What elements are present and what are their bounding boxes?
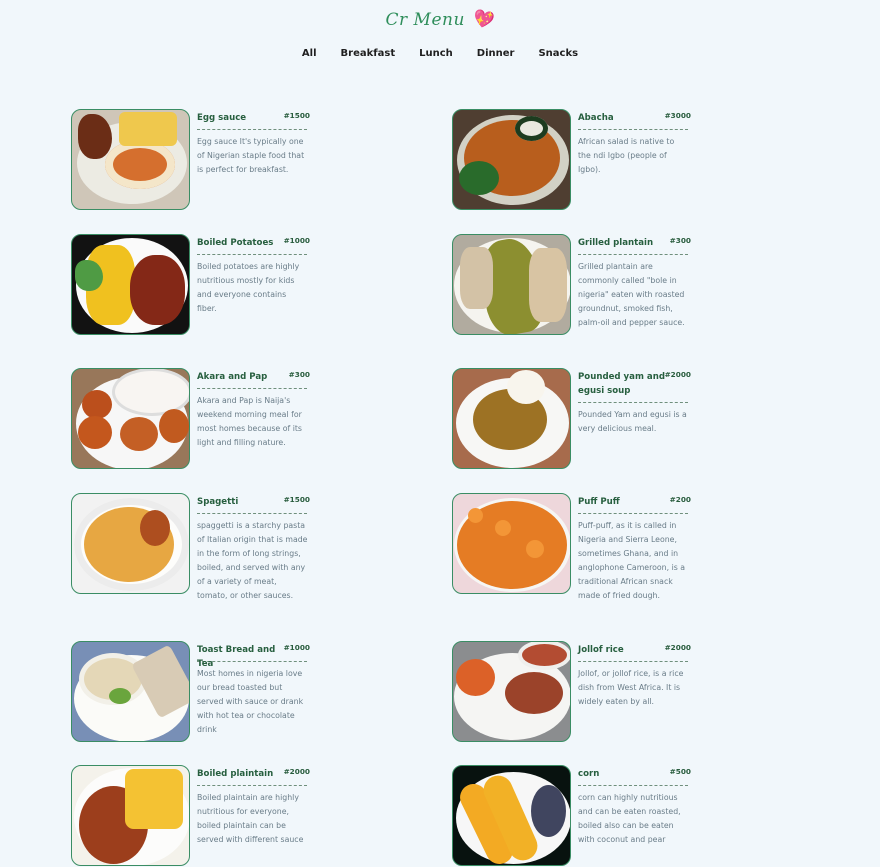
tab-dinner[interactable]: Dinner — [474, 48, 518, 59]
menu-item-info: Boiled Potatoes #1000 Boiled potatoes ar… — [197, 234, 310, 316]
menu-item-title: Boiled plaintain — [197, 769, 274, 779]
menu-item-pounded-yam-and-egusi-soup[interactable]: Pounded yam and egusi soup #2000 Pounded… — [452, 368, 692, 478]
menu-item-toast-bread-and-tea[interactable]: Toast Bread and Tea #1000 Most homes in … — [71, 641, 311, 751]
brand-title: Cr Menu — [385, 10, 465, 30]
menu-item-info: Egg sauce #1500 Egg sauce It's typically… — [197, 109, 310, 177]
menu-item-price: #3000 — [664, 111, 691, 120]
food-photo — [71, 368, 190, 469]
menu-item-price: #2000 — [283, 767, 310, 776]
menu-item-jollof-rice[interactable]: Jollof rice #2000 Jollof, or jollof rice… — [452, 641, 692, 751]
menu-item-info: Boiled plaintain #2000 Boiled plaintain … — [197, 765, 310, 847]
menu-item-title: Boiled Potatoes — [197, 238, 274, 248]
tab-breakfast[interactable]: Breakfast — [338, 48, 399, 59]
menu-item-description: Puff-puff, as it is called in Nigeria an… — [578, 521, 686, 600]
menu-item-info: Jollof rice #2000 Jollof, or jollof rice… — [578, 641, 691, 709]
menu-item-spagetti[interactable]: Spagetti #1500 spaggetti is a starchy pa… — [71, 493, 311, 603]
menu-item-divider — [197, 785, 307, 786]
food-photo — [452, 109, 571, 210]
menu-item-title: Toast Bread and Tea — [197, 645, 276, 669]
menu-item-price: #300 — [669, 236, 691, 245]
menu-item-description: Most homes in nigeria love our bread toa… — [197, 669, 304, 734]
menu-item-info: Abacha #3000 African salad is native to … — [578, 109, 691, 177]
food-photo — [71, 493, 190, 594]
food-photo — [71, 641, 190, 742]
menu-item-price: #1000 — [283, 236, 310, 245]
menu-item-title: Egg sauce — [197, 113, 247, 123]
tab-snacks[interactable]: Snacks — [535, 48, 581, 59]
menu-item-price: #2000 — [664, 643, 691, 652]
menu-item-divider — [197, 254, 307, 255]
food-photo — [452, 641, 571, 742]
menu-item-title: Spagetti — [197, 497, 239, 507]
menu-item-abacha[interactable]: Abacha #3000 African salad is native to … — [452, 109, 692, 219]
menu-item-boiled-plaintain[interactable]: Boiled plaintain #2000 Boiled plaintain … — [71, 765, 311, 867]
menu-item-divider — [578, 129, 688, 130]
menu-item-info: Toast Bread and Tea #1000 Most homes in … — [197, 641, 310, 737]
menu-item-title: corn — [578, 769, 600, 779]
tab-all[interactable]: All — [299, 48, 320, 59]
menu-item-title: Jollof rice — [578, 645, 624, 655]
menu-item-title: Abacha — [578, 113, 614, 123]
menu-item-title: Puff Puff — [578, 497, 620, 507]
menu-item-divider — [197, 129, 307, 130]
menu-item-price: #200 — [669, 495, 691, 504]
menu-item-title: Akara and Pap — [197, 372, 268, 382]
menu-item-description: corn can highly nutritious and can be ea… — [578, 793, 681, 844]
menu-item-price: #500 — [669, 767, 691, 776]
menu-item-title: Grilled plantain — [578, 238, 654, 248]
food-photo — [452, 765, 571, 866]
menu-item-info: Akara and Pap #300 Akara and Pap is Naij… — [197, 368, 310, 450]
food-photo — [71, 765, 190, 866]
menu-item-puff-puff[interactable]: Puff Puff #200 Puff-puff, as it is calle… — [452, 493, 692, 603]
heart-icon: 💖 — [470, 7, 497, 33]
menu-item-corn[interactable]: corn #500 corn can highly nutritious and… — [452, 765, 692, 867]
food-photo — [71, 109, 190, 210]
menu-item-description: Jollof, or jollof rice, is a rice dish f… — [578, 669, 684, 706]
menu-item-info: Pounded yam and egusi soup #2000 Pounded… — [578, 368, 691, 436]
menu-item-description: African salad is native to the ndi Igbo … — [578, 137, 675, 174]
menu-item-description: Boiled potatoes are highly nutritious mo… — [197, 262, 300, 313]
menu-item-divider — [578, 254, 688, 255]
menu-item-price: #2000 — [664, 370, 691, 379]
menu-item-title: Pounded yam and egusi soup — [578, 372, 665, 396]
menu-item-price: #1500 — [283, 495, 310, 504]
food-photo — [452, 368, 571, 469]
menu-item-price: #1000 — [283, 643, 310, 652]
menu-item-price: #300 — [288, 370, 310, 379]
menu-page: Cr Menu 💖 All Breakfast Lunch Dinner Sna… — [0, 0, 880, 867]
food-photo — [71, 234, 190, 335]
menu-item-grilled-plantain[interactable]: Grilled plantain #300 Grilled plantain a… — [452, 234, 692, 344]
food-photo — [452, 234, 571, 335]
category-tabs: All Breakfast Lunch Dinner Snacks — [0, 48, 880, 59]
menu-item-divider — [578, 402, 688, 403]
menu-item-egg-sauce[interactable]: Egg sauce #1500 Egg sauce It's typically… — [71, 109, 311, 219]
menu-item-description: spaggetti is a starchy pasta of Italian … — [197, 521, 308, 600]
menu-item-price: #1500 — [283, 111, 310, 120]
menu-item-divider — [578, 513, 688, 514]
menu-item-description: Pounded Yam and egusi is a very deliciou… — [578, 410, 687, 433]
food-photo — [452, 493, 571, 594]
menu-item-description: Egg sauce It's typically one of Nigerian… — [197, 137, 305, 174]
menu-item-akara-and-pap[interactable]: Akara and Pap #300 Akara and Pap is Naij… — [71, 368, 311, 478]
menu-item-description: Grilled plantain are commonly called "bo… — [578, 262, 685, 327]
menu-item-description: Akara and Pap is Naija's weekend morning… — [197, 396, 302, 447]
menu-item-info: Grilled plantain #300 Grilled plantain a… — [578, 234, 691, 330]
menu-item-info: Spagetti #1500 spaggetti is a starchy pa… — [197, 493, 310, 603]
menu-item-divider — [578, 785, 688, 786]
menu-item-info: corn #500 corn can highly nutritious and… — [578, 765, 691, 847]
menu-item-divider — [197, 388, 307, 389]
tab-lunch[interactable]: Lunch — [416, 48, 456, 59]
menu-brand: Cr Menu 💖 — [0, 7, 880, 33]
menu-item-boiled-potatoes[interactable]: Boiled Potatoes #1000 Boiled potatoes ar… — [71, 234, 311, 344]
menu-item-description: Boiled plaintain are highly nutritious f… — [197, 793, 304, 844]
menu-item-divider — [197, 513, 307, 514]
menu-item-info: Puff Puff #200 Puff-puff, as it is calle… — [578, 493, 691, 603]
menu-item-divider — [578, 661, 688, 662]
